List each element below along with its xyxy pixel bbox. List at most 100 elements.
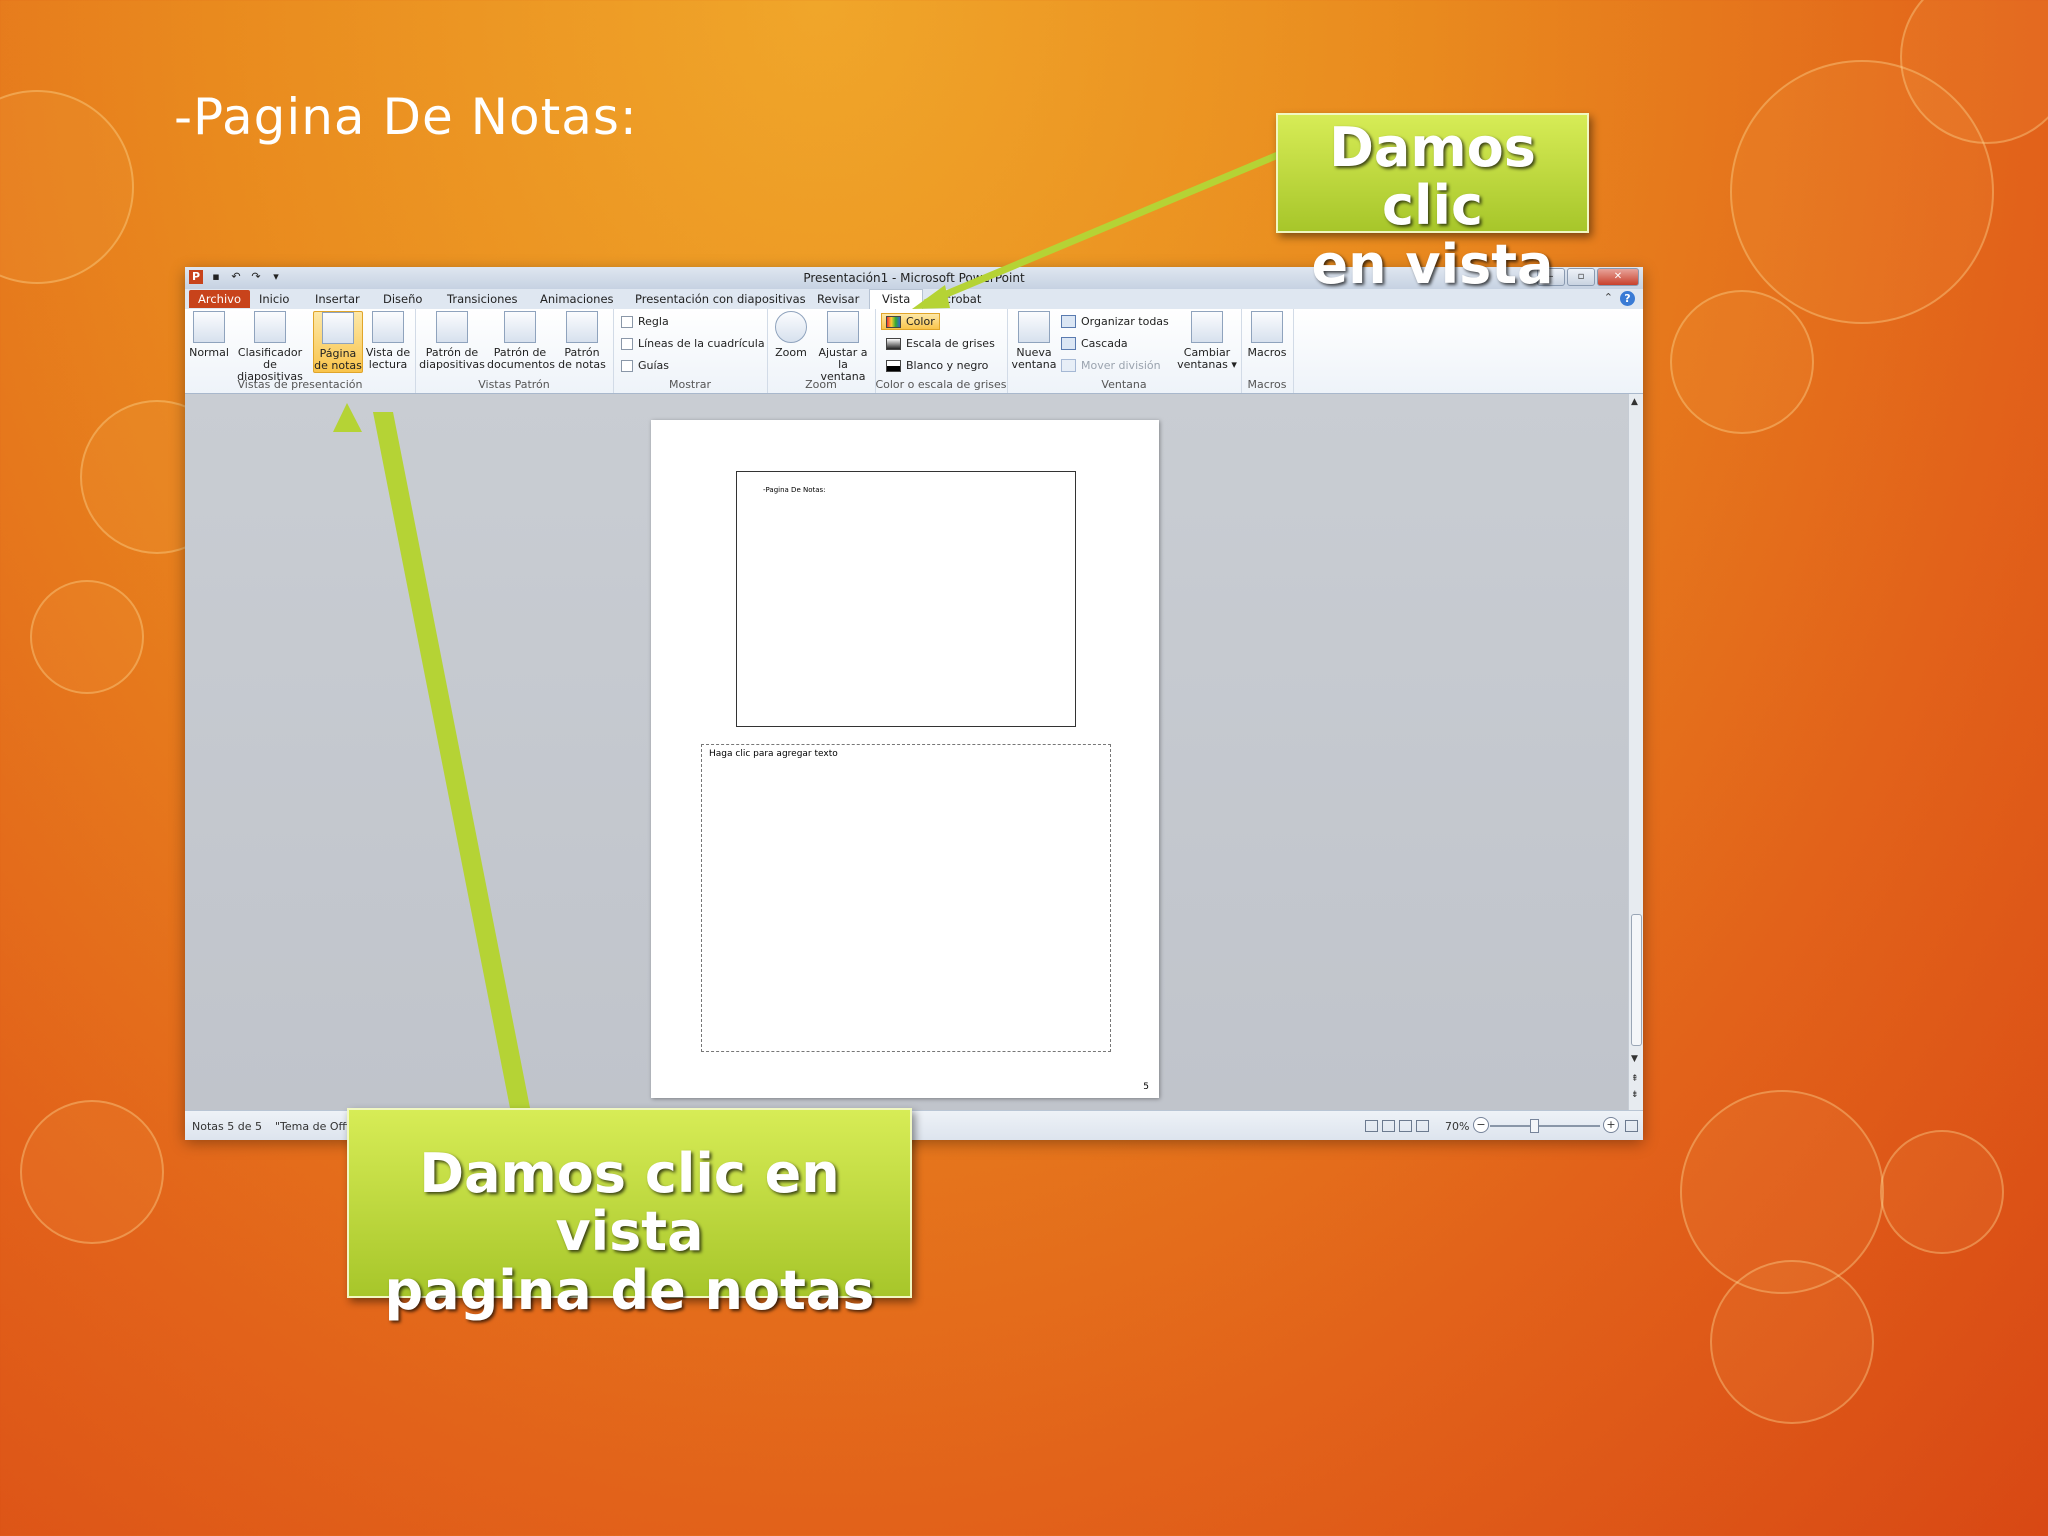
normal-view-button[interactable]: Normal xyxy=(189,311,229,359)
group-ventana: Nueva ventana Organizar todas Cascada Mo… xyxy=(1007,309,1242,393)
cascade-button[interactable]: Cascada xyxy=(1061,337,1128,350)
grayscale-label: Escala de grises xyxy=(906,337,995,350)
notes-count-label: Notas 5 de 5 xyxy=(192,1120,262,1133)
ruler-label: Regla xyxy=(638,315,669,328)
tab-archivo[interactable]: Archivo xyxy=(189,290,250,308)
reading-view-button[interactable]: Vista de lectura xyxy=(365,311,411,371)
slide-master-button[interactable]: Patrón de diapositivas xyxy=(419,311,485,371)
powerpoint-window: P ▪ ↶ ↷ ▾ Presentación1 - Microsoft Powe… xyxy=(185,267,1643,1140)
notes-master-button[interactable]: Patrón de notas xyxy=(555,311,609,371)
tab-transiciones[interactable]: Transiciones xyxy=(447,292,518,306)
tab-presentacion[interactable]: Presentación con diapositivas xyxy=(635,292,806,306)
tab-vista[interactable]: Vista xyxy=(869,289,924,309)
slide-master-label-2: diapositivas xyxy=(419,358,485,371)
switch-windows-icon xyxy=(1191,311,1223,343)
zoom-slider[interactable] xyxy=(1490,1125,1600,1127)
tab-acrobat[interactable]: Acrobat xyxy=(937,292,981,306)
switch-windows-button[interactable]: Cambiar ventanas ▾ xyxy=(1177,311,1237,371)
grayscale-icon xyxy=(886,337,901,350)
fit-slide-icon[interactable] xyxy=(1625,1120,1638,1132)
normal-view-icon xyxy=(193,311,225,343)
vertical-scrollbar[interactable]: ▲ ▼ ⇞ ⇟ xyxy=(1628,394,1643,1110)
slideshow-icon[interactable] xyxy=(1416,1120,1429,1132)
background-bubble xyxy=(30,580,144,694)
callout-line: Damos clic xyxy=(1329,116,1536,238)
slide-sorter-button[interactable]: Clasificador de diapositivas xyxy=(231,311,309,383)
reading-view-icon[interactable] xyxy=(1399,1120,1412,1132)
notes-placeholder[interactable]: Haga clic para agregar texto xyxy=(701,744,1111,1052)
cascade-label: Cascada xyxy=(1081,337,1128,350)
new-window-button[interactable]: Nueva ventana xyxy=(1011,311,1057,371)
slide-sorter-icon[interactable] xyxy=(1382,1120,1395,1132)
cascade-icon xyxy=(1061,337,1076,350)
move-split-label: Mover división xyxy=(1081,359,1161,372)
slide-title: -Pagina De Notas: xyxy=(174,88,638,146)
background-bubble xyxy=(1670,290,1814,434)
callout-click-notes-page: Damos clic en vista pagina de notas xyxy=(347,1108,912,1319)
background-bubble xyxy=(1880,1130,2004,1254)
handout-master-button[interactable]: Patrón de documentos xyxy=(487,311,555,371)
arrange-all-button[interactable]: Organizar todas xyxy=(1061,315,1169,328)
group-label: Macros xyxy=(1247,378,1287,391)
zoom-in-icon[interactable]: + xyxy=(1603,1117,1619,1133)
previous-slide-icon[interactable]: ⇞ xyxy=(1631,1074,1639,1084)
page-number: 5 xyxy=(1143,1082,1149,1092)
notes-page: -Pagina De Notas: Haga clic para agregar… xyxy=(651,420,1159,1098)
theme-label: "Tema de Offi xyxy=(275,1120,350,1133)
group-label: Mostrar xyxy=(668,378,712,391)
tab-revisar[interactable]: Revisar xyxy=(817,292,859,306)
gridlines-checkbox[interactable]: Líneas de la cuadrícula xyxy=(621,337,765,350)
scroll-down-icon[interactable]: ▼ xyxy=(1631,1054,1638,1064)
macros-icon xyxy=(1251,311,1283,343)
notes-master-icon xyxy=(566,311,598,343)
slide-thumbnail[interactable]: -Pagina De Notas: xyxy=(736,471,1076,727)
handout-master-label-2: documentos xyxy=(487,358,555,371)
callout-click-vista: Damos clic en vista xyxy=(1276,113,1589,293)
callout-line: en vista xyxy=(1311,232,1554,296)
tab-diseno[interactable]: Diseño xyxy=(383,292,422,306)
scroll-up-icon[interactable]: ▲ xyxy=(1631,397,1638,407)
normal-view-icon[interactable] xyxy=(1365,1120,1378,1132)
fit-window-button[interactable]: Ajustar a la ventana xyxy=(815,311,871,383)
group-macros: Macros Macros xyxy=(1241,309,1294,393)
macros-button[interactable]: Macros xyxy=(1245,311,1289,359)
minimize-ribbon-icon[interactable]: ⌃ xyxy=(1604,291,1613,304)
grayscale-button[interactable]: Escala de grises xyxy=(886,337,995,350)
checkbox-icon xyxy=(621,315,633,328)
tab-animaciones[interactable]: Animaciones xyxy=(540,292,614,306)
scroll-thumb[interactable] xyxy=(1631,914,1642,1046)
normal-view-label: Normal xyxy=(189,346,229,359)
notes-page-button[interactable]: Página de notas xyxy=(313,311,363,373)
background-bubble xyxy=(1710,1260,1874,1424)
notes-master-label-2: de notas xyxy=(558,358,606,371)
color-icon xyxy=(886,315,901,328)
group-vistas-patron: Patrón de diapositivas Patrón de documen… xyxy=(415,309,614,393)
tab-inicio[interactable]: Inicio xyxy=(259,292,289,306)
next-slide-icon[interactable]: ⇟ xyxy=(1631,1090,1639,1100)
callout-line: pagina de notas xyxy=(384,1258,875,1322)
group-color: Color Escala de grises Blanco y negro Co… xyxy=(875,309,1008,393)
slide-thumbnail-title: -Pagina De Notas: xyxy=(763,486,826,494)
new-window-icon xyxy=(1018,311,1050,343)
zoom-label: Zoom xyxy=(775,346,807,359)
black-white-button[interactable]: Blanco y negro xyxy=(886,359,988,372)
close-button[interactable]: ✕ xyxy=(1597,268,1639,286)
background-bubble xyxy=(20,1100,164,1244)
arrange-all-icon xyxy=(1061,315,1076,328)
group-label: Ventana xyxy=(1101,378,1147,391)
move-split-button[interactable]: Mover división xyxy=(1061,359,1161,372)
zoom-slider-thumb[interactable] xyxy=(1530,1119,1539,1133)
tab-insertar[interactable]: Insertar xyxy=(315,292,360,306)
ruler-checkbox[interactable]: Regla xyxy=(621,315,669,328)
color-button[interactable]: Color xyxy=(881,313,940,330)
zoom-out-icon[interactable]: − xyxy=(1473,1117,1489,1133)
zoom-button[interactable]: Zoom xyxy=(771,311,811,359)
group-label: Color o escala de grises xyxy=(875,378,1007,391)
help-icon[interactable]: ? xyxy=(1620,291,1635,306)
group-zoom: Zoom Ajustar a la ventana Zoom xyxy=(767,309,876,393)
magnifier-icon xyxy=(775,311,807,343)
guides-checkbox[interactable]: Guías xyxy=(621,359,669,372)
zoom-level[interactable]: 70% xyxy=(1445,1120,1469,1133)
reading-view-label-2: lectura xyxy=(368,358,408,371)
ribbon: Normal Clasificador de diapositivas Pági… xyxy=(185,309,1643,394)
